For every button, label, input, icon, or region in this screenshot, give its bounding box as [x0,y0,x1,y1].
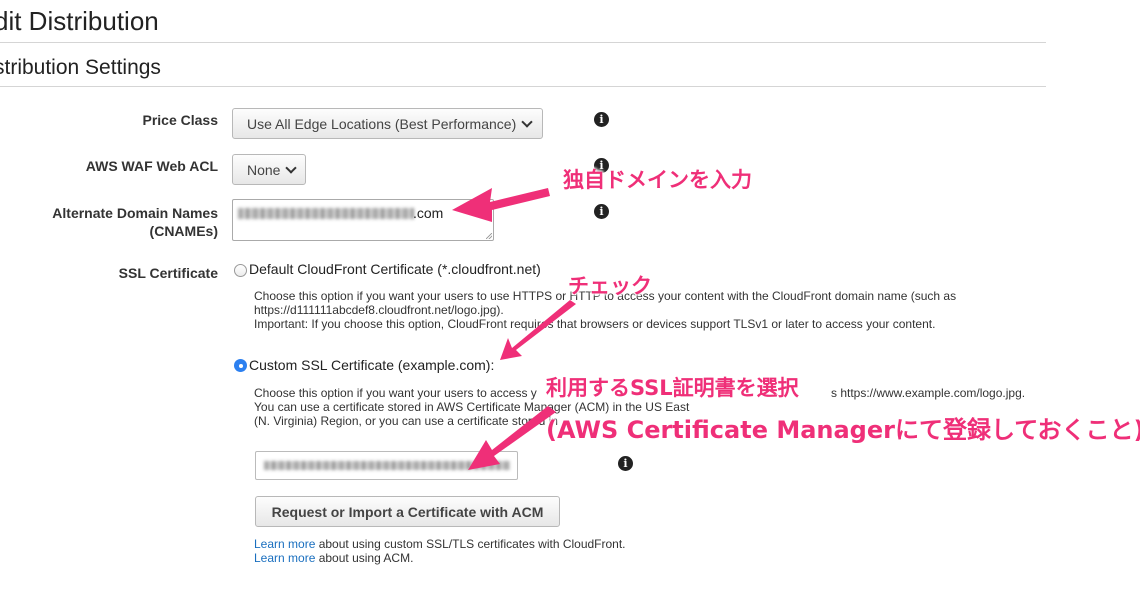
default-cert-label[interactable]: Default CloudFront Certificate (*.cloudf… [249,261,541,277]
cnames-textarea[interactable]: .com [232,199,494,241]
waf-value: None [247,161,281,178]
cnames-label-line1: Alternate Domain Names [52,205,218,221]
redacted-certificate [264,461,510,470]
default-cert-radio[interactable] [234,264,247,277]
page-title: dit Distribution [0,6,159,36]
learn-more-link[interactable]: Learn more [254,551,315,565]
section-divider [0,86,1046,87]
info-icon[interactable]: i [594,112,609,127]
annotation-domain: 独自ドメインを入力 [563,168,752,192]
redacted-domain [238,208,414,219]
info-icon[interactable]: i [594,204,609,219]
price-class-value: Use All Edge Locations (Best Performance… [247,115,517,132]
certificate-select[interactable] [255,451,518,480]
cnames-value-suffix: .com [413,205,444,221]
waf-select[interactable]: None [232,154,306,185]
learn-more-link[interactable]: Learn more [254,537,315,551]
waf-label: AWS WAF Web ACL [85,158,218,174]
cnames-label: Alternate Domain Names (CNAMEs) [0,204,218,240]
custom-cert-radio[interactable] [234,359,247,372]
custom-desc-line1a: Choose this option if you want your user… [254,386,537,400]
request-certificate-button[interactable]: Request or Import a Certificate with ACM [255,496,560,527]
learn-more-line2: Learn more about using ACM. [254,551,413,565]
chevron-down-icon [285,161,298,174]
learn-more-text: about using custom SSL/TLS certificates … [315,537,626,551]
chevron-down-icon [521,115,533,128]
default-desc-line2: https://d111111abcdef8.cloudfront.net/lo… [254,303,504,317]
annotation-check: チェック [568,274,652,298]
info-icon[interactable]: i [618,456,633,471]
default-desc-line3: Important: If you choose this option, Cl… [254,317,936,331]
learn-more-text: about using ACM. [315,551,414,565]
section-title: stribution Settings [0,56,161,79]
custom-cert-label[interactable]: Custom SSL Certificate (example.com): [249,357,494,373]
annotation-select-line1: 利用するSSL証明書を選択 [546,376,799,400]
annotation-select-line2: (AWS Certificate Managerにて登録しておくこと) [546,416,1140,444]
learn-more-line1: Learn more about using custom SSL/TLS ce… [254,537,626,551]
title-divider [0,42,1046,43]
cnames-label-line2: (CNAMEs) [149,223,218,239]
custom-desc-line1b: s https://www.example.com/logo.jpg. [831,386,1026,400]
resize-grip-icon[interactable] [486,233,492,239]
price-class-select[interactable]: Use All Edge Locations (Best Performance… [232,108,543,139]
ssl-label: SSL Certificate [118,265,218,281]
price-class-label: Price Class [142,112,219,128]
